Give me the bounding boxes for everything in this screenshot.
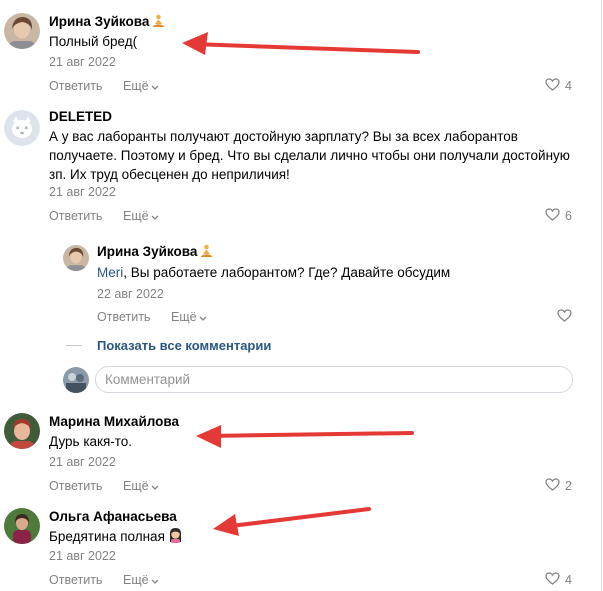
comment-author[interactable]: DELETED — [49, 109, 112, 124]
reply-button[interactable]: Ответить — [49, 209, 102, 223]
avatar[interactable] — [4, 508, 40, 544]
heart-icon — [545, 478, 560, 494]
reply-date[interactable]: 22 авг 2022 — [97, 287, 164, 301]
more-button[interactable]: Ещё — [171, 310, 207, 325]
like-count: 2 — [565, 479, 572, 493]
like-count: 6 — [565, 209, 572, 223]
avatar[interactable] — [4, 13, 40, 49]
like-button[interactable]: 4 — [545, 572, 572, 588]
comment-author[interactable]: Ольга Афанасьева — [49, 509, 177, 524]
reply-button[interactable]: Ответить — [97, 310, 150, 324]
heart-icon — [545, 572, 560, 588]
reply-text: Meri, Вы работаете лаборантом? Где? Дава… — [97, 265, 451, 280]
comment-input[interactable] — [95, 366, 573, 393]
like-count: 4 — [565, 79, 572, 93]
more-button[interactable]: Ещё — [123, 479, 159, 494]
heart-icon — [545, 78, 560, 94]
avatar[interactable] — [4, 413, 40, 449]
woman-emoji-icon — [168, 527, 183, 548]
chevron-down-icon — [199, 311, 207, 325]
thread-divider — [66, 345, 82, 346]
more-button[interactable]: Ещё — [123, 209, 159, 224]
annotation-arrow — [213, 507, 371, 536]
comment-date[interactable]: 21 авг 2022 — [49, 549, 116, 563]
comment-author[interactable]: Ирина Зуйкова — [49, 14, 165, 31]
deleted-dog-avatar-icon[interactable] — [4, 110, 40, 146]
comment-date[interactable]: 21 авг 2022 — [49, 455, 116, 469]
comment-author[interactable]: Марина Михайлова — [49, 414, 179, 429]
comment-date[interactable]: 21 авг 2022 — [49, 55, 116, 69]
chevron-down-icon — [151, 210, 159, 224]
reply-button[interactable]: Ответить — [49, 79, 102, 93]
like-button[interactable] — [557, 309, 572, 325]
reply-button[interactable]: Ответить — [49, 573, 102, 587]
like-count: 4 — [565, 573, 572, 587]
chevron-down-icon — [151, 80, 159, 94]
like-button[interactable]: 2 — [545, 478, 572, 494]
heart-icon — [557, 309, 572, 325]
meditation-emoji-icon — [200, 244, 213, 261]
comment-date[interactable]: 21 авг 2022 — [49, 185, 116, 199]
reply-author[interactable]: Ирина Зуйкова — [97, 244, 213, 261]
panel-border — [601, 0, 602, 591]
mention-link[interactable]: Meri — [97, 265, 123, 280]
like-button[interactable]: 6 — [545, 208, 572, 224]
like-button[interactable]: 4 — [545, 78, 572, 94]
chevron-down-icon — [151, 574, 159, 588]
reply-button[interactable]: Ответить — [49, 479, 102, 493]
current-user-avatar[interactable] — [63, 367, 89, 393]
annotation-arrow — [196, 425, 414, 448]
more-button[interactable]: Ещё — [123, 79, 159, 94]
avatar[interactable] — [63, 245, 89, 271]
show-all-comments-link[interactable]: Показать все комментарии — [97, 338, 271, 353]
comments-panel: Ирина Зуйкова Полный бред( 21 авг 2022 О… — [0, 0, 603, 591]
more-button[interactable]: Ещё — [123, 573, 159, 588]
meditation-emoji-icon — [152, 14, 165, 31]
chevron-down-icon — [151, 480, 159, 494]
comment-text: А у вас лаборанты получают достойную зар… — [49, 129, 570, 182]
annotation-arrow — [182, 32, 420, 55]
heart-icon — [545, 208, 560, 224]
